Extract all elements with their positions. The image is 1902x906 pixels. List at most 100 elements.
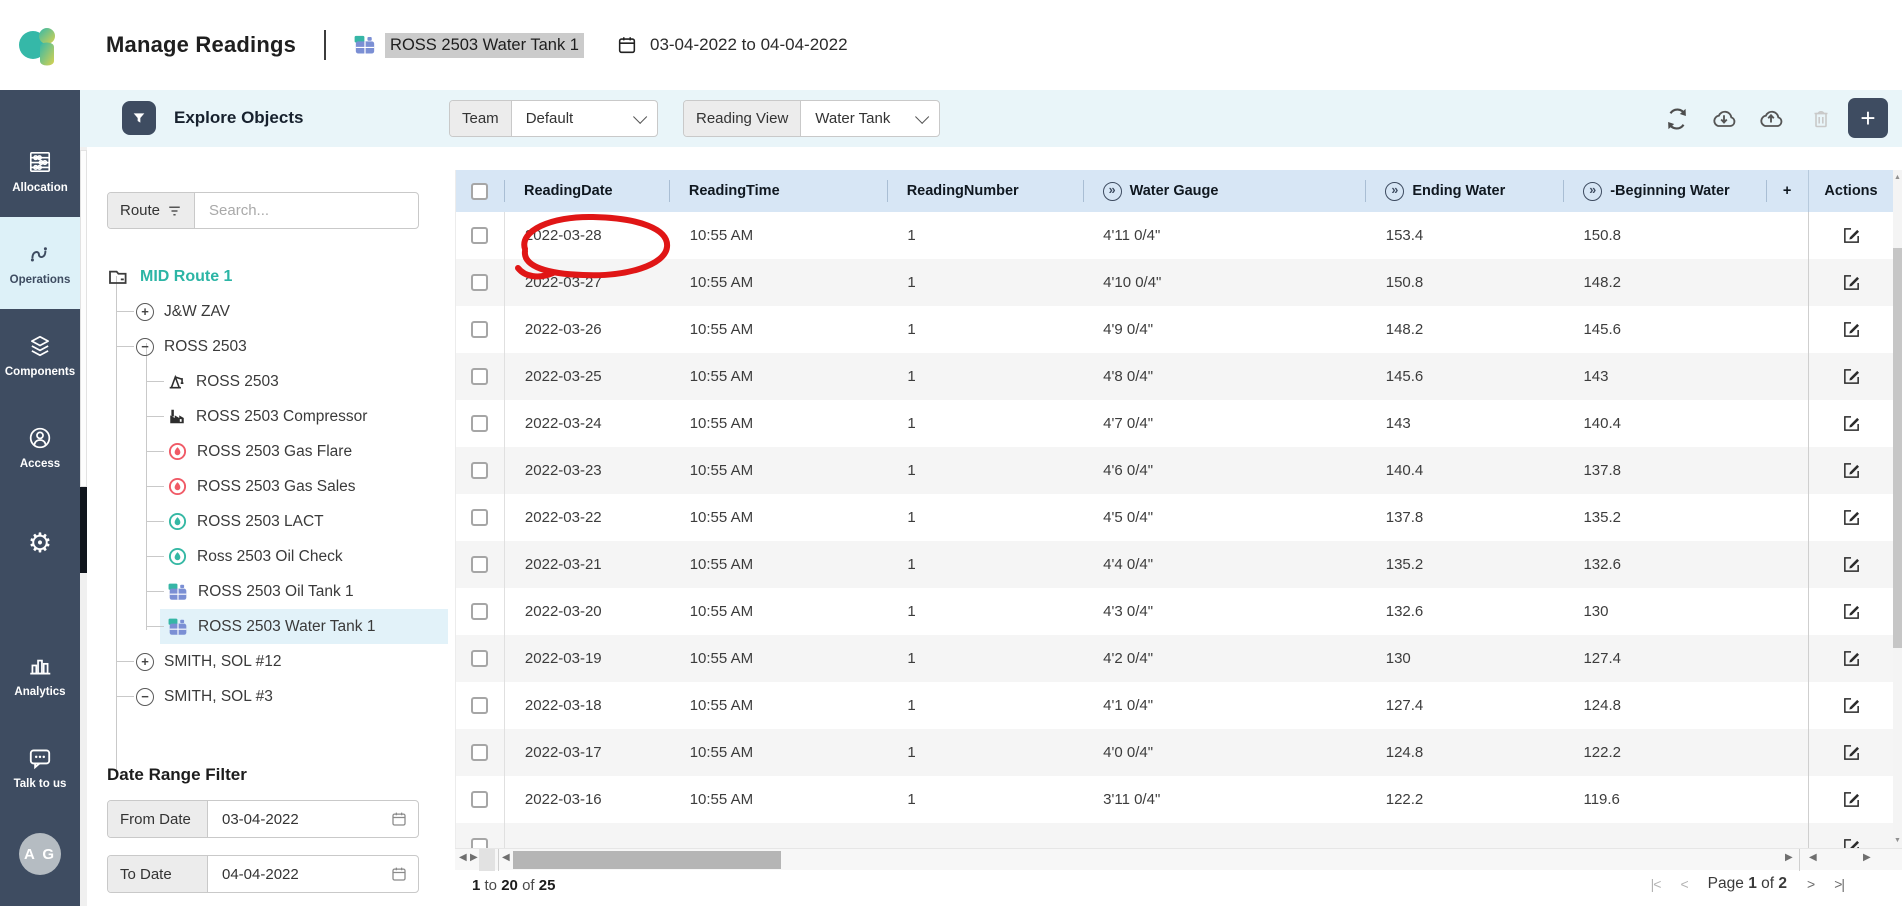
- sidebar-item-access[interactable]: Access: [0, 401, 80, 493]
- column-header[interactable]: ReadingTime: [669, 170, 887, 212]
- route-filter-button[interactable]: Route: [108, 193, 195, 228]
- edit-row-button[interactable]: [1842, 461, 1861, 480]
- row-checkbox[interactable]: [471, 509, 488, 526]
- edit-row-button[interactable]: [1842, 367, 1861, 386]
- last-page-button[interactable]: >|: [1834, 876, 1844, 892]
- from-date-field[interactable]: From Date 03-04-2022: [107, 800, 419, 838]
- cloud-download-button[interactable]: [1709, 104, 1739, 134]
- cloud-upload-button[interactable]: [1756, 104, 1786, 134]
- tree-item[interactable]: Ross 2503 Oil Check: [168, 539, 343, 574]
- column-header[interactable]: Actions: [1808, 170, 1893, 212]
- explore-filter-button[interactable]: [122, 101, 156, 135]
- row-checkbox[interactable]: [471, 744, 488, 761]
- tree-item[interactable]: ROSS 2503 Oil Tank 1: [168, 574, 354, 609]
- row-checkbox[interactable]: [471, 415, 488, 432]
- row-checkbox[interactable]: [471, 321, 488, 338]
- pinned-hscroll-right-arrow[interactable]: ▶: [1863, 852, 1871, 863]
- scroll-up-arrow[interactable]: ▲: [1893, 174, 1902, 181]
- row-checkbox[interactable]: [471, 791, 488, 808]
- tree-item[interactable]: ROSS 2503 Compressor: [168, 399, 367, 434]
- tree-item[interactable]: ROSS 2503: [168, 364, 279, 399]
- collapse-node-icon[interactable]: −: [136, 338, 154, 356]
- prev-page-button[interactable]: <: [1680, 876, 1687, 892]
- edit-row-button[interactable]: [1842, 555, 1861, 574]
- row-checkbox[interactable]: [471, 274, 488, 291]
- hscroll-left-arrow[interactable]: ◀: [502, 852, 510, 863]
- column-nav-left-arrow[interactable]: ◀: [459, 852, 467, 863]
- expand-node-icon[interactable]: +: [136, 653, 154, 671]
- row-checkbox[interactable]: [471, 368, 488, 385]
- column-header[interactable]: ReadingDate: [504, 170, 669, 212]
- column-header[interactable]: »Water Gauge: [1083, 170, 1366, 212]
- selected-object-chip[interactable]: ROSS 2503 Water Tank 1: [354, 33, 584, 58]
- column-header[interactable]: ReadingNumber: [887, 170, 1083, 212]
- add-reading-button[interactable]: +: [1848, 98, 1888, 138]
- row-checkbox[interactable]: [471, 462, 488, 479]
- vertical-scrollbar-thumb[interactable]: [1893, 248, 1902, 648]
- row-checkbox[interactable]: [471, 556, 488, 573]
- first-page-button[interactable]: |<: [1651, 876, 1661, 892]
- from-date-value: 03-04-2022: [208, 801, 390, 837]
- header-select-all[interactable]: [456, 170, 504, 212]
- vertical-scrollbar[interactable]: ▲ ▼: [1893, 170, 1902, 848]
- edit-row-button[interactable]: [1842, 226, 1861, 245]
- row-checkbox[interactable]: [471, 650, 488, 667]
- tree-item[interactable]: ROSS 2503 Water Tank 1: [160, 609, 448, 644]
- sidebar-item-allocation[interactable]: Allocation: [0, 125, 80, 217]
- column-expand-icon[interactable]: »: [1103, 182, 1122, 201]
- edit-row-button[interactable]: [1842, 414, 1861, 433]
- tree-item[interactable]: MID Route 1: [108, 259, 232, 294]
- table-row: 2022-03-1710:55 AM14'0 0/4"124.8122.2: [456, 729, 1893, 776]
- column-header[interactable]: »Ending Water: [1365, 170, 1563, 212]
- row-checkbox[interactable]: [471, 838, 488, 848]
- refresh-button[interactable]: [1662, 104, 1692, 134]
- column-nav-right-arrow[interactable]: ▶: [470, 852, 478, 863]
- sidebar-item-operations[interactable]: Operations: [0, 217, 80, 309]
- next-page-button[interactable]: >: [1807, 876, 1814, 892]
- tree-search-input[interactable]: [209, 202, 404, 219]
- tree-item[interactable]: +J&W ZAV: [136, 294, 230, 329]
- tree-item[interactable]: −SMITH, SOL #3: [136, 679, 273, 714]
- delete-button[interactable]: [1806, 104, 1836, 134]
- edit-row-button[interactable]: [1842, 790, 1861, 809]
- row-checkbox[interactable]: [471, 227, 488, 244]
- team-select[interactable]: Team Default: [449, 100, 658, 137]
- tree-item[interactable]: −ROSS 2503: [136, 329, 247, 364]
- horizontal-scrollbar[interactable]: ◀ ▶ ◀ ▶ ◀ ▶: [455, 848, 1902, 870]
- edit-row-button[interactable]: [1842, 602, 1861, 621]
- calendar-icon[interactable]: [390, 810, 408, 828]
- settings-gear-icon[interactable]: ⚙: [28, 521, 52, 565]
- edit-row-button[interactable]: [1842, 320, 1861, 339]
- pinned-hscroll-left-arrow[interactable]: ◀: [1809, 852, 1817, 863]
- tree-item[interactable]: ROSS 2503 LACT: [168, 504, 324, 539]
- calendar-icon[interactable]: [390, 865, 408, 883]
- column-header[interactable]: »-Beginning Water: [1563, 170, 1766, 212]
- column-expand-icon[interactable]: »: [1583, 182, 1602, 201]
- to-date-field[interactable]: To Date 04-04-2022: [107, 855, 419, 893]
- tree-item[interactable]: ROSS 2503 Gas Flare: [168, 434, 352, 469]
- column-expand-icon[interactable]: »: [1385, 182, 1404, 201]
- scroll-down-arrow[interactable]: ▼: [1893, 837, 1902, 844]
- tree-item[interactable]: ROSS 2503 Gas Sales: [168, 469, 356, 504]
- row-checkbox[interactable]: [471, 697, 488, 714]
- edit-row-button[interactable]: [1842, 837, 1861, 848]
- reading-view-select[interactable]: Reading View Water Tank: [683, 100, 940, 137]
- edit-row-button[interactable]: [1842, 649, 1861, 668]
- select-all-checkbox[interactable]: [471, 183, 488, 200]
- sidebar-item-talk-to-us[interactable]: Talk to us: [0, 727, 80, 807]
- horizontal-scrollbar-thumb[interactable]: [513, 851, 781, 869]
- tree-item[interactable]: +SMITH, SOL #12: [136, 644, 281, 679]
- collapse-node-icon[interactable]: −: [136, 688, 154, 706]
- edit-row-button[interactable]: [1842, 273, 1861, 292]
- hscroll-right-arrow[interactable]: ▶: [1785, 852, 1793, 863]
- water-gauge-cell: 4'6 0/4": [1083, 462, 1366, 479]
- sidebar-item-components[interactable]: Components: [0, 309, 80, 401]
- expand-node-icon[interactable]: +: [136, 303, 154, 321]
- column-header[interactable]: +: [1766, 170, 1808, 212]
- user-avatar[interactable]: A G: [19, 833, 61, 875]
- edit-row-button[interactable]: [1842, 696, 1861, 715]
- sidebar-item-analytics[interactable]: Analytics: [0, 635, 80, 715]
- row-checkbox[interactable]: [471, 603, 488, 620]
- edit-row-button[interactable]: [1842, 508, 1861, 527]
- edit-row-button[interactable]: [1842, 743, 1861, 762]
